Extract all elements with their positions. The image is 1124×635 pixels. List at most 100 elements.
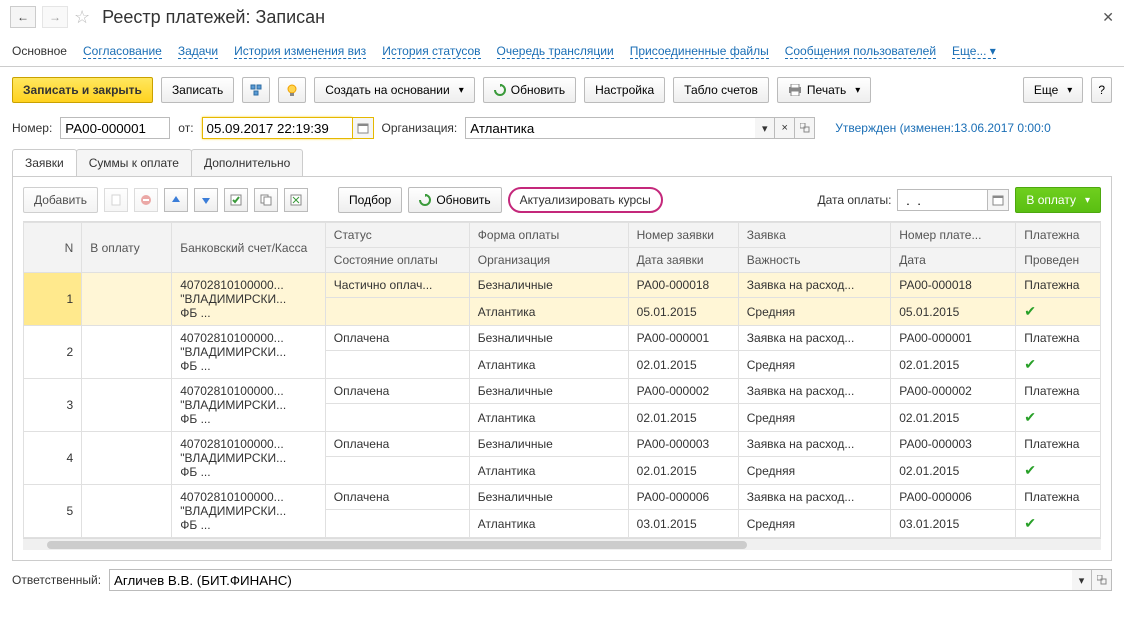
nav-link[interactable]: Согласование (83, 44, 162, 59)
responsible-dropdown[interactable]: ▾ (1072, 569, 1092, 591)
bulb-button[interactable] (278, 77, 306, 103)
col-status[interactable]: Статус (325, 223, 469, 248)
inner-refresh-button[interactable]: Обновить (408, 187, 501, 213)
structure-button[interactable] (242, 77, 270, 103)
cell-reqnum: РА00-000006 (628, 485, 738, 510)
to-pay-button[interactable]: В оплату (1015, 187, 1101, 213)
save-close-button[interactable]: Записать и закрыть (12, 77, 153, 103)
col-doctype[interactable]: Платежна (1016, 223, 1101, 248)
settings-button[interactable]: Настройка (584, 77, 665, 103)
col-topay[interactable]: В оплату (82, 223, 172, 273)
col-reqdate[interactable]: Дата заявки (628, 248, 738, 273)
col-date[interactable]: Дата (891, 248, 1016, 273)
cell-topay (82, 273, 172, 326)
table-row[interactable]: 440702810100000..."ВЛАДИМИРСКИ...ФБ ...О… (24, 432, 1101, 457)
cell-posted: ✔ (1016, 404, 1101, 432)
col-n[interactable]: N (24, 223, 82, 273)
col-form[interactable]: Форма оплаты (469, 223, 628, 248)
back-button[interactable]: ← (10, 6, 36, 28)
nav-link[interactable]: Сообщения пользователей (785, 44, 936, 59)
down-button[interactable] (194, 188, 218, 212)
col-posted[interactable]: Проведен (1016, 248, 1101, 273)
col-reqnum[interactable]: Номер заявки (628, 223, 738, 248)
col-bank[interactable]: Банковский счет/Касса (172, 223, 326, 273)
cell-order: Заявка на расход... (738, 432, 890, 457)
copy-button[interactable] (254, 188, 278, 212)
cell-reqnum: РА00-000002 (628, 379, 738, 404)
col-order[interactable]: Заявка (738, 223, 890, 248)
add-button[interactable]: Добавить (23, 187, 98, 213)
number-input[interactable] (60, 117, 170, 139)
pick-button[interactable]: Подбор (338, 187, 402, 213)
col-importance[interactable]: Важность (738, 248, 890, 273)
org-clear[interactable]: × (775, 117, 795, 139)
pay-date-calendar[interactable] (987, 189, 1009, 211)
arrow-down-icon (200, 194, 212, 206)
cell-form: Безналичные (469, 485, 628, 510)
responsible-label: Ответственный: (12, 573, 101, 587)
col-org[interactable]: Организация (469, 248, 628, 273)
cell-posted: ✔ (1016, 351, 1101, 379)
tab-requests[interactable]: Заявки (12, 149, 77, 176)
check-icon: ✔ (1024, 303, 1036, 319)
horizontal-scrollbar[interactable] (23, 538, 1101, 550)
nav-link[interactable]: История изменения виз (234, 44, 366, 59)
help-button[interactable]: ? (1091, 77, 1112, 103)
forward-button[interactable]: → (42, 6, 68, 28)
save-button[interactable]: Записать (161, 77, 234, 103)
create-base-button[interactable]: Создать на основании (314, 77, 475, 103)
org-input[interactable] (465, 117, 755, 139)
number-label: Номер: (12, 121, 52, 135)
toggle-button[interactable] (284, 188, 308, 212)
table-row[interactable]: 140702810100000..."ВЛАДИМИРСКИ...ФБ ...Ч… (24, 273, 1101, 298)
refresh-icon (419, 194, 431, 206)
cell-date: 02.01.2015 (891, 404, 1016, 432)
check-icon: ✔ (1024, 462, 1036, 478)
cell-date: 02.01.2015 (891, 457, 1016, 485)
cell-reqdate: 05.01.2015 (628, 298, 738, 326)
cell-topay (82, 432, 172, 485)
up-button[interactable] (164, 188, 188, 212)
col-docnum[interactable]: Номер плате... (891, 223, 1016, 248)
cell-order: Заявка на расход... (738, 379, 890, 404)
close-icon[interactable]: ✕ (1102, 9, 1114, 26)
pay-date-label: Дата оплаты: (817, 193, 891, 207)
check-icon: ✔ (1024, 356, 1036, 372)
nav-link[interactable]: Задачи (178, 44, 218, 59)
toggle-icon (290, 194, 302, 206)
status-link[interactable]: Утвержден (изменен:13.06.2017 0:00:0 (835, 121, 1051, 135)
org-dropdown[interactable]: ▾ (755, 117, 775, 139)
checklist-button[interactable] (224, 188, 248, 212)
responsible-open[interactable] (1092, 569, 1112, 591)
cell-form: Безналичные (469, 273, 628, 298)
tab-extra[interactable]: Дополнительно (191, 149, 303, 176)
more-button[interactable]: Еще (1023, 77, 1083, 103)
check-icon: ✔ (1024, 515, 1036, 531)
print-button[interactable]: Печать (777, 77, 871, 103)
tab-sums[interactable]: Суммы к оплате (76, 149, 192, 176)
table-row[interactable]: 540702810100000..."ВЛАДИМИРСКИ...ФБ ...О… (24, 485, 1101, 510)
cell-paystate (325, 510, 469, 538)
delete-button (134, 188, 158, 212)
table-row[interactable]: 240702810100000..."ВЛАДИМИРСКИ...ФБ ...О… (24, 326, 1101, 351)
org-open[interactable] (795, 117, 815, 139)
cell-bank: 40702810100000..."ВЛАДИМИРСКИ...ФБ ... (172, 326, 326, 379)
nav-link[interactable]: Присоединенные файлы (630, 44, 769, 59)
nav-link[interactable]: История статусов (382, 44, 480, 59)
star-icon[interactable]: ☆ (74, 7, 90, 28)
responsible-input[interactable] (109, 569, 1072, 591)
calendar-button[interactable] (352, 117, 374, 139)
nav-more[interactable]: Еще... ▾ (952, 44, 996, 59)
col-paystate[interactable]: Состояние оплаты (325, 248, 469, 273)
refresh-button[interactable]: Обновить (483, 77, 576, 103)
date-input[interactable] (202, 117, 352, 139)
account-board-button[interactable]: Табло счетов (673, 77, 769, 103)
table-row[interactable]: 340702810100000..."ВЛАДИМИРСКИ...ФБ ...О… (24, 379, 1101, 404)
nav-link[interactable]: Очередь трансляции (497, 44, 614, 59)
cell-docnum: РА00-000002 (891, 379, 1016, 404)
printer-icon (788, 84, 802, 96)
actualize-button[interactable]: Актуализировать курсы (508, 187, 663, 213)
nav-main[interactable]: Основное (12, 38, 67, 66)
cell-bank: 40702810100000..."ВЛАДИМИРСКИ...ФБ ... (172, 432, 326, 485)
pay-date-input[interactable] (897, 189, 987, 211)
